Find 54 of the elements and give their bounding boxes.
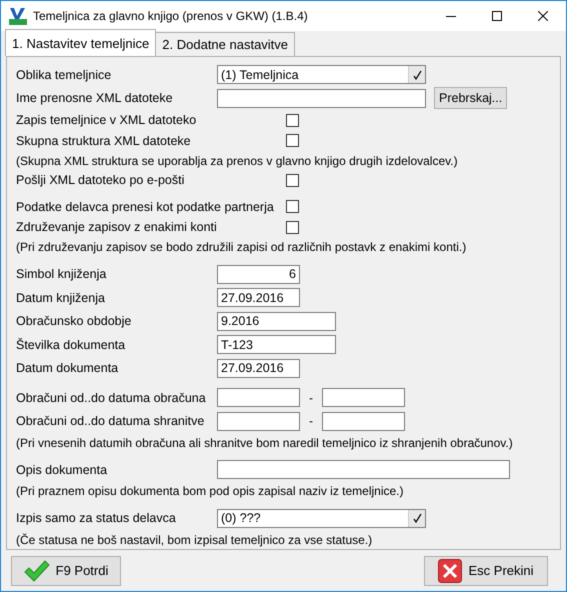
input-field[interactable]: [217, 412, 300, 431]
field-label: Pošlji XML datoteko po e-pošti: [15, 173, 186, 188]
dropdown[interactable]: (1) Temeljnica: [217, 65, 426, 84]
cancel-button[interactable]: Esc Prekini: [424, 556, 548, 586]
input-field[interactable]: [322, 412, 405, 431]
field-label: Datum dokumenta: [15, 361, 120, 376]
input-field[interactable]: [217, 388, 300, 408]
checkbox[interactable]: [286, 200, 299, 214]
window-title: Temeljnica za glavno knjigo (prenos v GKW) (1.B.4): [33, 9, 309, 23]
tab[interactable]: 1. Nastavitev temeljnice: [5, 29, 156, 56]
hint-text: (Pri združevanju zapisov se bodo združili zapisi od različnih postavk z enakimi konti.): [15, 239, 468, 256]
range-separator: -: [308, 414, 314, 428]
close-icon: [538, 11, 548, 21]
hint-text: (Skupna XML struktura se uporablja za prenos v glavno knjigo drugih izdelovalcev.): [15, 152, 459, 170]
check-icon: [412, 513, 422, 524]
confirm-button[interactable]: F9 Potrdi: [11, 556, 121, 586]
field-label: Simbol knjiženja: [15, 267, 108, 282]
input-field[interactable]: 9.2016: [217, 312, 336, 331]
field-label: Obračuni od..do datuma obračuna: [15, 390, 207, 405]
hint-text: (Če statusa ne boš nastavil, bom izpisal temeljnico za vse statuse.): [15, 532, 374, 548]
app-logo-icon: [9, 7, 27, 25]
checkbox[interactable]: [286, 220, 299, 234]
field-label: Skupna struktura XML datoteke: [15, 134, 192, 148]
browse-button[interactable]: Prebrskaj...: [434, 87, 508, 110]
input-field[interactable]: [322, 388, 405, 408]
dropdown[interactable]: (0) ???: [217, 508, 426, 528]
field-label: Datum knjiženja: [15, 290, 106, 305]
field-label: Številka dokumenta: [15, 338, 126, 352]
input-field[interactable]: [217, 460, 510, 480]
input-field[interactable]: T-123: [217, 335, 336, 354]
field-label: Izpis samo za status delavca: [15, 511, 177, 526]
input-field[interactable]: 27.09.2016: [217, 288, 300, 308]
tab[interactable]: 2. Dodatne nastavitve: [155, 32, 296, 56]
input-field[interactable]: [217, 88, 426, 108]
field-label: Oblika temeljnice: [15, 68, 112, 82]
input-field[interactable]: 6: [217, 264, 300, 284]
checkbox[interactable]: [286, 174, 299, 187]
hint-text: (Pri vnesenih datumih obračuna ali shranitve bom naredil temeljnico iz shranjenih obračunov.): [15, 434, 514, 452]
field-label: Obračuni od..do datuma shranitve: [15, 414, 206, 428]
input-field[interactable]: 27.09.2016: [217, 358, 300, 378]
range-separator: -: [308, 390, 314, 405]
field-label: Zapis temeljnice v XML datoteko: [15, 113, 198, 128]
field-label: Obračunsko obdobje: [15, 314, 132, 328]
close-icon: [438, 558, 462, 582]
checkbox[interactable]: [286, 114, 299, 127]
check-icon: [412, 70, 422, 80]
check-icon: [24, 560, 50, 582]
field-label: Opis dokumenta: [15, 462, 108, 477]
hint-text: (Pri praznem opisu dokumenta bom pod opis zapisal naziv iz temeljnice.): [15, 483, 405, 500]
field-label: Ime prenosne XML datoteke: [15, 91, 174, 106]
field-label: Združevanje zapisov z enakimi konti: [15, 220, 218, 234]
field-label: Podatke delavca prenesi kot podatke partnerja: [15, 200, 275, 214]
maximize-icon: [492, 11, 502, 21]
checkbox[interactable]: [286, 134, 299, 148]
